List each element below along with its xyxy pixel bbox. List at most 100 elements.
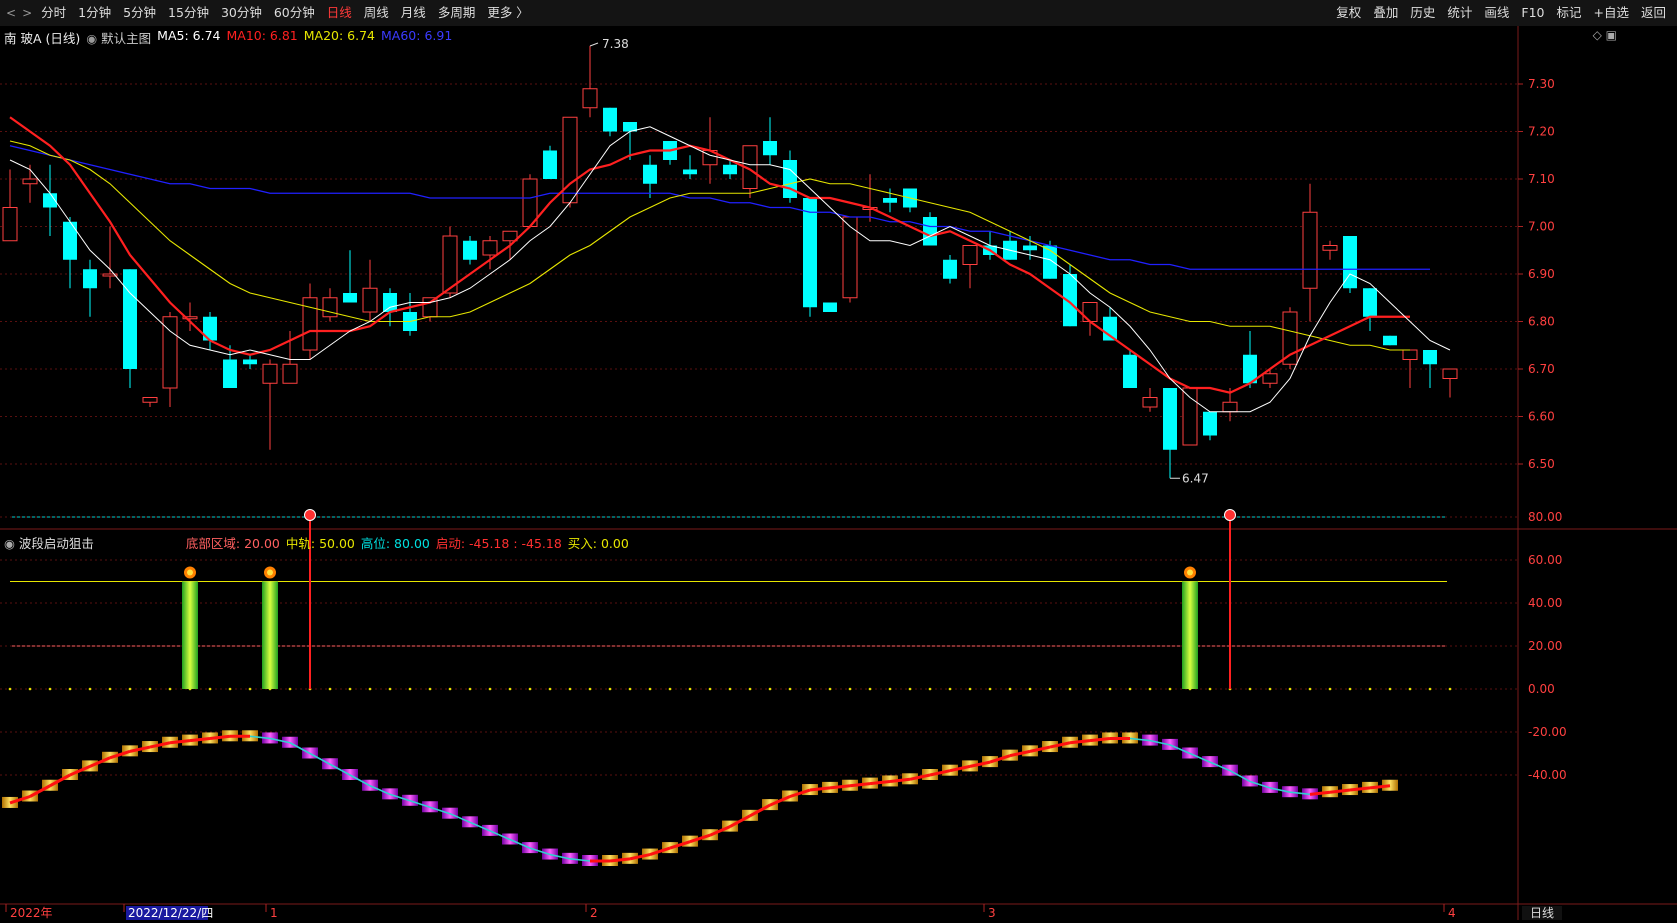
candle-body-up[interactable] [422,297,438,318]
candle-body-down[interactable] [643,164,657,184]
candle-body-up[interactable] [2,207,18,242]
candle-body-down[interactable] [803,198,817,308]
candle-body-up[interactable] [502,230,518,242]
candle-body-down[interactable] [943,259,957,279]
candle-body-up[interactable] [1302,211,1318,289]
period-tab[interactable]: 月线 [396,2,431,24]
candle-body-up[interactable] [1322,245,1338,251]
chart-svg[interactable]: 7.30 7.20 7.10 7.00 6.90 6.80 6.70 6.60 6.50 80.0… [0,26,1677,920]
candle-body-up[interactable] [1442,368,1458,379]
toolbar-button[interactable]: 画线 [1479,2,1514,24]
period-tab[interactable]: 60分钟 [269,2,320,24]
candle-body-down[interactable] [763,141,777,156]
candle-body-up[interactable] [1282,311,1298,365]
period-tab[interactable]: 日线 [322,2,357,24]
indicator-name[interactable]: ◉ 波段启动狙击 [4,533,94,552]
candle-body-down[interactable] [223,359,237,389]
candle-body-up[interactable] [162,316,178,389]
candle-body-up[interactable] [282,363,298,384]
nav-back-button[interactable]: < [4,6,18,20]
candle-body-up[interactable] [582,88,598,109]
period-tab[interactable]: 更多 〉 [482,2,533,24]
baseline-dot [508,687,512,691]
chart-area[interactable]: 7.30 7.20 7.10 7.00 6.90 6.80 6.70 6.60 6.50 80.0… [0,26,1677,920]
candle-body-down[interactable] [243,359,257,365]
candle-body-down[interactable] [603,107,617,132]
period-tab[interactable]: 5分钟 [118,2,161,24]
candle-body-down[interactable] [723,164,737,175]
candle-body-down[interactable] [463,240,477,260]
baseline-dot [408,687,412,691]
toolbar-button[interactable]: 统计 [1442,2,1477,24]
candle-body-up[interactable] [962,245,978,265]
toolbar-button[interactable]: 标记 [1551,2,1586,24]
candle-body-up[interactable] [1222,401,1238,413]
candle-body-up[interactable] [562,116,578,204]
stock-title[interactable]: 南 玻A (日线) [4,28,80,47]
candle-body-up[interactable] [482,240,498,256]
template-selector[interactable]: ◉ 默认主图 [86,28,151,47]
candle-body-down[interactable] [1123,354,1137,388]
indicator-axis-label: -40.00 [1528,768,1567,782]
toolbar-button[interactable]: 历史 [1405,2,1440,24]
candle-body-up[interactable] [1142,397,1158,408]
period-tab[interactable]: 分时 [36,2,71,24]
date-axis-label: 2 [590,906,598,920]
osc-curve-segment [1069,739,1091,745]
candle-body-down[interactable] [83,269,97,289]
period-tab[interactable]: 15分钟 [163,2,214,24]
period-tab[interactable]: 周线 [359,2,394,24]
toolbar-button[interactable]: +自选 [1589,2,1634,24]
candle-body-down[interactable] [883,198,897,203]
baseline-dot [568,687,572,691]
baseline-dot [808,687,812,691]
candle-body-up[interactable] [1262,373,1278,384]
candle-body-up[interactable] [22,178,38,185]
toolbar-button[interactable]: 复权 [1331,2,1366,24]
candle-body-up[interactable] [1082,302,1098,322]
osc-curve-segment [1349,786,1371,792]
candle-body-down[interactable] [123,269,137,369]
candle-body-up[interactable] [1182,387,1198,446]
candle-body-down[interactable] [63,221,77,260]
period-tab[interactable]: 多周期 [433,2,481,24]
candle-body-up[interactable] [842,216,858,299]
period-tab[interactable]: 1分钟 [73,2,116,24]
candle-body-down[interactable] [823,302,837,313]
buy-signal-bar[interactable] [182,581,198,690]
candle-body-down[interactable] [383,293,397,312]
candle-body-down[interactable] [543,150,557,180]
date-axis-label: 4 [1448,906,1456,920]
window-icon[interactable]: ▣ [1606,28,1617,42]
candle-body-down[interactable] [1163,388,1177,450]
buy-signal-bar[interactable] [262,581,278,690]
toolbar-button[interactable]: 返回 [1636,2,1671,24]
candle-body-down[interactable] [1363,288,1377,317]
baseline-dot [628,687,632,691]
price-axis-label: 6.90 [1528,267,1555,281]
candle-body-down[interactable] [1423,350,1437,365]
template-dropdown-icon: ◉ [86,31,102,46]
indicator-dropdown-icon: ◉ [4,536,19,551]
candle-body-up[interactable] [1402,349,1418,360]
toolbar-button[interactable]: 叠加 [1368,2,1403,24]
candle-body-down[interactable] [1023,245,1037,251]
candle-body-down[interactable] [683,169,697,175]
baseline-dot [1288,687,1292,691]
nav-forward-button[interactable]: > [20,6,34,20]
candle-body-down[interactable] [923,217,937,246]
candle-body-down[interactable] [343,293,357,303]
candle-body-down[interactable] [1383,335,1397,346]
candle-body-down[interactable] [1203,411,1217,436]
candle-body-up[interactable] [142,397,158,403]
candle-body-up[interactable] [362,287,378,313]
candle-body-up[interactable] [322,297,338,318]
candle-body-down[interactable] [783,160,797,198]
flame-core-icon [267,569,273,576]
period-tab[interactable]: 30分钟 [216,2,267,24]
buy-signal-bar[interactable] [1182,581,1198,690]
baseline-dot [428,687,432,691]
toolbar-button[interactable]: F10 [1516,2,1549,24]
candle-body-up[interactable] [262,363,278,384]
diamond-icon[interactable]: ◇ [1593,28,1602,42]
